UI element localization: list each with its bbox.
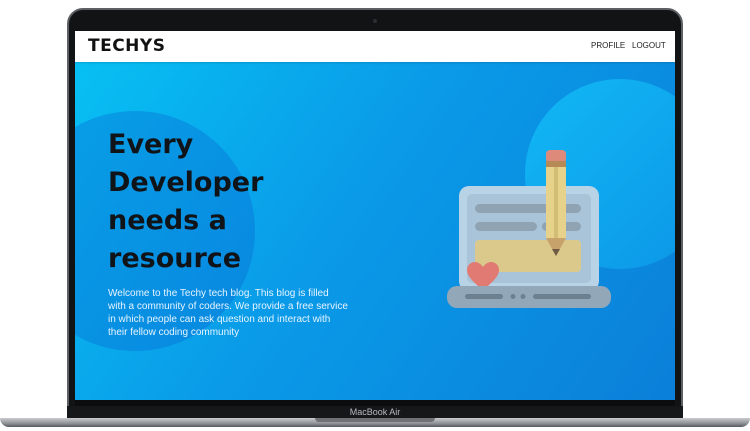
hero-title-line: Every [108,129,194,160]
hero-title-line: resource [108,243,242,274]
device-model-label: MacBook Air [349,407,401,417]
brand-logo[interactable]: TECHYS [88,36,165,56]
pencil-ferrule-shape [546,161,566,167]
hero-description: Welcome to the Techy tech blog. This blo… [108,288,348,338]
screen: TECHYS PROFILE LOGOUT Every Developer ne… [75,31,675,400]
text-line-shape [475,222,537,231]
nav-logout-link[interactable]: LOGOUT [632,41,666,50]
hero-title-line: Developer [108,167,264,198]
pencil-stripe-shape [554,167,558,238]
base-dot-shape [510,294,516,299]
camera-icon [373,19,377,23]
base-slot-shape [465,294,503,299]
nav-profile-link[interactable]: PROFILE [591,41,625,50]
hero-title: Every Developer needs a resource [108,126,328,278]
device-mockup: TECHYS PROFILE LOGOUT Every Developer ne… [0,0,750,431]
base-slot-shape [533,294,591,299]
hero-title-line: needs a [108,205,227,236]
laptop-notch [315,418,435,422]
base-dot-shape [520,294,526,299]
laptop-pencil-heart-illustration [447,150,611,308]
navbar: TECHYS PROFILE LOGOUT [75,31,675,62]
